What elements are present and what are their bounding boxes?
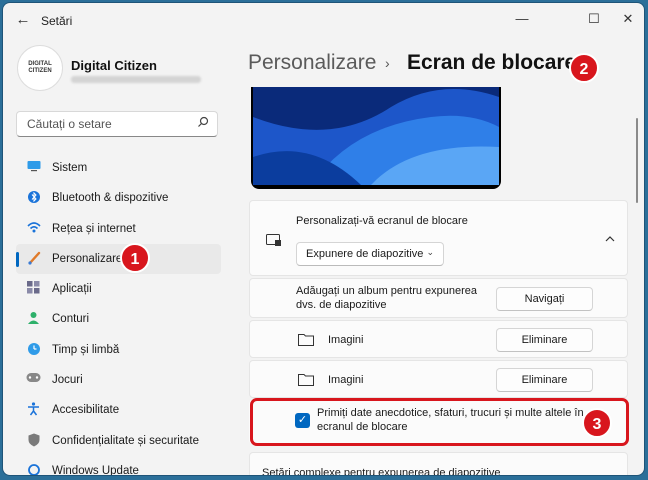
album-name: Imagini — [328, 374, 364, 386]
sidebar-item-accessibility[interactable]: Accesibilitate — [16, 395, 221, 425]
step-badge-1: 1 — [120, 243, 150, 273]
gamepad-icon — [26, 372, 41, 387]
page-title: Ecran de blocare — [407, 51, 577, 74]
search-icon[interactable] — [197, 116, 209, 131]
folder-icon — [298, 333, 314, 351]
minimize-button[interactable]: — — [505, 7, 539, 31]
step-badge-3: 3 — [582, 408, 612, 438]
lockscreen-settings-card: Personalizați-vă ecranul de blocare Expu… — [249, 200, 628, 276]
add-album-label-line1: Adăugați un album pentru expunerea — [296, 285, 478, 297]
sidebar-item-network[interactable]: Rețea și internet — [16, 214, 221, 244]
remove-album-button[interactable]: Eliminare — [496, 328, 593, 352]
sidebar-item-label: Aplicații — [52, 283, 92, 296]
dropdown-value: Expunere de diapozitive — [306, 248, 424, 260]
search-input[interactable] — [25, 116, 199, 132]
maximize-button[interactable]: ☐ — [577, 7, 611, 31]
sidebar-item-label: Jocuri — [52, 374, 83, 387]
active-indicator — [16, 251, 19, 267]
sidebar-item-label: Sistem — [52, 162, 88, 174]
shield-icon — [26, 433, 41, 448]
update-icon — [26, 463, 41, 475]
sidebar-item-apps[interactable]: Aplicații — [16, 274, 221, 304]
sidebar-nav: Sistem Bluetooth & dispozitive Rețea și … — [16, 153, 221, 475]
wifi-icon — [26, 221, 41, 236]
monitor-icon — [26, 160, 41, 175]
sidebar-item-label: Personalizare — [52, 252, 123, 265]
add-album-row: Adăugați un album pentru expunerea dvs. … — [249, 278, 628, 318]
sidebar-item-label: Timp și limbă — [52, 343, 120, 356]
user-email-blurred — [71, 76, 201, 83]
title-bar: ← Setări — ☐ ✕ — [3, 3, 644, 37]
sidebar-item-accounts[interactable]: Conturi — [16, 304, 221, 334]
back-arrow-icon[interactable]: ← — [13, 11, 33, 29]
search-box[interactable] — [16, 111, 218, 137]
sidebar-item-sistem[interactable]: Sistem — [16, 153, 221, 183]
sidebar-item-privacy[interactable]: Confidențialitate și securitate — [16, 426, 221, 456]
remove-album-button[interactable]: Eliminare — [496, 368, 593, 392]
settings-window: ← Setări — ☐ ✕ DIGITAL CITIZEN Digital C… — [3, 3, 644, 475]
highlight-box — [250, 398, 629, 446]
sidebar-item-gaming[interactable]: Jocuri — [16, 365, 221, 395]
slideshow-dropdown[interactable]: Expunere de diapozitive ⌄ — [296, 242, 444, 266]
step-badge-2: 2 — [569, 53, 599, 83]
sidebar-item-time-language[interactable]: Timp și limbă — [16, 335, 221, 365]
breadcrumb-parent[interactable]: Personalizare — [248, 51, 376, 75]
chevron-down-icon: ⌄ — [426, 247, 434, 257]
album-row: Imagini Eliminare — [249, 360, 628, 398]
album-row: Imagini Eliminare — [249, 320, 628, 358]
apps-icon — [26, 281, 41, 296]
advanced-slideshow-title: Setări complexe pentru expunerea de diap… — [262, 467, 501, 475]
brush-icon — [26, 251, 41, 266]
sidebar-item-label: Confidențialitate și securitate — [52, 434, 200, 447]
sidebar-item-label: Rețea și internet — [52, 222, 136, 235]
browse-button[interactable]: Navigați — [496, 287, 593, 311]
folder-icon — [298, 373, 314, 391]
lockscreen-preview — [251, 87, 501, 189]
accessibility-icon — [26, 402, 41, 417]
add-album-label-line2: dvs. de diapozitive — [296, 299, 387, 311]
avatar-text-line2: CITIZEN — [28, 68, 52, 74]
sidebar-item-label: Windows Update — [52, 464, 139, 475]
person-icon — [26, 311, 41, 326]
sidebar-item-label: Conturi — [52, 313, 90, 326]
advanced-slideshow-card[interactable]: Setări complexe pentru expunerea de diap… — [249, 452, 628, 475]
breadcrumb-separator: › — [385, 55, 390, 71]
sidebar-item-label: Bluetooth & dispozitive — [52, 192, 169, 205]
globe-clock-icon — [26, 342, 41, 357]
lockscreen-title: Personalizați-vă ecranul de blocare — [296, 215, 468, 227]
app-title: Setări — [41, 14, 73, 28]
avatar[interactable]: DIGITAL CITIZEN — [17, 45, 63, 91]
scrollbar-thumb[interactable] — [636, 118, 638, 203]
chevron-up-icon[interactable] — [605, 233, 615, 245]
lock-screen-icon — [266, 234, 282, 252]
sidebar-item-bluetooth[interactable]: Bluetooth & dispozitive — [16, 183, 221, 213]
sidebar-item-label: Accesibilitate — [52, 404, 120, 417]
sidebar-item-windows-update[interactable]: Windows Update — [16, 456, 221, 475]
user-name: Digital Citizen — [71, 58, 157, 73]
bluetooth-icon — [26, 190, 41, 205]
sidebar-item-personalization[interactable]: Personalizare — [16, 243, 221, 274]
album-name: Imagini — [328, 334, 364, 346]
avatar-text-line1: DIGITAL — [28, 61, 52, 67]
close-button[interactable]: ✕ — [611, 7, 644, 31]
chevron-up-icon[interactable] — [605, 468, 615, 475]
